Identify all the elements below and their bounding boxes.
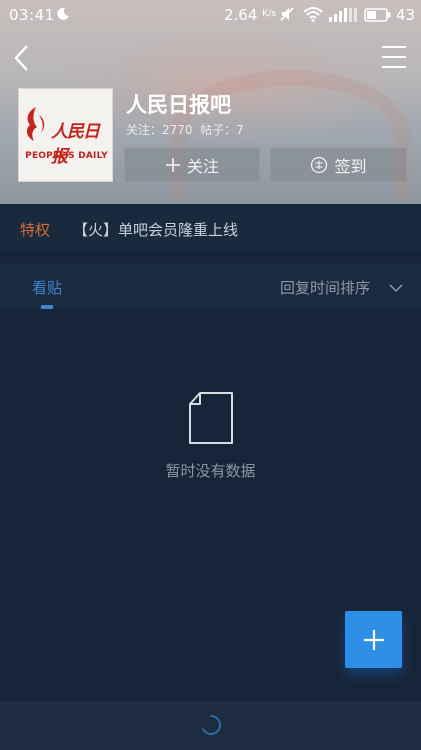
status-time: 03:41 [9,6,55,24]
forum-logo[interactable]: 人民日报 PEOPLE'S DAILY [18,88,113,182]
hamburger-menu-icon [382,46,406,68]
mute-icon [280,7,294,21]
tab-bar: 看贴 回复时间排序 [0,265,421,309]
privilege-text: 【火】单吧会员隆重上线 [73,221,239,239]
logo-english-text: PEOPLE'S DAILY [25,151,108,161]
signin-button[interactable]: 签到 [270,147,407,182]
wifi-icon [303,7,323,22]
plus-icon [165,157,180,172]
signal-icon [329,8,357,22]
empty-state-message: 暂时没有数据 [165,462,256,480]
document-icon [189,392,233,444]
menu-button[interactable] [380,44,408,70]
privilege-banner[interactable]: 特权 【火】单吧会员隆重上线 [0,204,421,251]
chevron-left-icon [14,45,28,71]
battery-icon [364,8,391,22]
moon-icon [57,7,69,20]
follow-label: 关注 [186,156,219,176]
back-button[interactable] [10,42,34,74]
tab-posts[interactable]: 看贴 [32,277,62,298]
privilege-label: 特权 [20,221,51,239]
status-bar: 03:41 2.64 K/s 43 [0,0,421,30]
signin-stamp-icon [311,156,328,173]
chevron-down-icon[interactable] [389,283,403,293]
new-post-button[interactable] [345,611,402,668]
loading-spinner-icon [202,715,221,735]
battery-percent: 43 [396,6,416,24]
forum-header: 03:41 2.64 K/s 43 人民日报 PEOPLE'S DAILY 人民… [0,0,421,204]
follow-button[interactable]: 关注 [124,147,260,182]
peoples-daily-mark-icon [26,107,45,141]
plus-icon [363,629,384,650]
tab-active-indicator [41,305,53,309]
net-speed-value: 2.64 [224,6,258,24]
net-speed-unit: K/s [262,9,276,19]
forum-title: 人民日报吧 [126,93,231,117]
net-speed: 2.64 K/s [224,6,276,24]
signin-label: 签到 [334,156,367,176]
forum-stats: 关注：2770 帖子：7 [126,123,244,137]
sort-order-select[interactable]: 回复时间排序 [280,277,370,298]
